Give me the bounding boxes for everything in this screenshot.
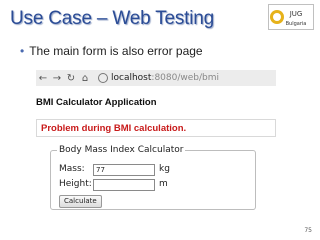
back-arrow-icon[interactable]: ← <box>36 73 50 84</box>
mass-unit: kg <box>159 164 170 174</box>
mass-label: Mass: <box>59 164 85 174</box>
form-legend: Body Mass Index Calculator <box>57 145 186 155</box>
error-message: Problem during BMI calculation. <box>41 123 187 134</box>
svg-text:JUG: JUG <box>289 10 303 18</box>
page-number: 75 <box>304 227 312 234</box>
mass-input[interactable]: 77 <box>93 164 155 176</box>
svg-text:Bulgaria: Bulgaria <box>286 21 307 27</box>
app-title: BMI Calculator Application <box>36 97 157 108</box>
height-unit: m <box>159 179 168 189</box>
forward-arrow-icon[interactable]: → <box>50 73 64 84</box>
globe-icon <box>98 73 108 83</box>
slide-title: Use Case – Web Testing <box>10 8 215 29</box>
error-message-box: Problem during BMI calculation. <box>36 119 276 137</box>
bullet-icon: • <box>20 44 25 58</box>
height-row: Height: m <box>59 179 168 191</box>
height-input[interactable] <box>93 179 155 191</box>
height-label: Height: <box>59 179 92 189</box>
reload-icon[interactable]: ↻ <box>64 73 78 84</box>
bullet-text: The main form is also error page <box>29 44 203 58</box>
bmi-form: Body Mass Index Calculator Mass: 77 kg H… <box>50 145 256 210</box>
mass-row: Mass: 77 kg <box>59 164 170 176</box>
browser-toolbar: ← → ↻ ⌂ localhost:8080/web/bmi <box>36 70 276 86</box>
url-path: :8080/web/bmi <box>151 73 219 83</box>
bullet-point: • The main form is also error page <box>20 44 203 58</box>
url-host: localhost <box>111 73 152 83</box>
address-bar[interactable]: localhost:8080/web/bmi <box>98 73 219 83</box>
home-icon[interactable]: ⌂ <box>78 73 92 84</box>
calculate-button[interactable]: Calculate <box>59 195 102 208</box>
jug-bulgaria-logo: JUG Bulgaria <box>268 4 314 30</box>
